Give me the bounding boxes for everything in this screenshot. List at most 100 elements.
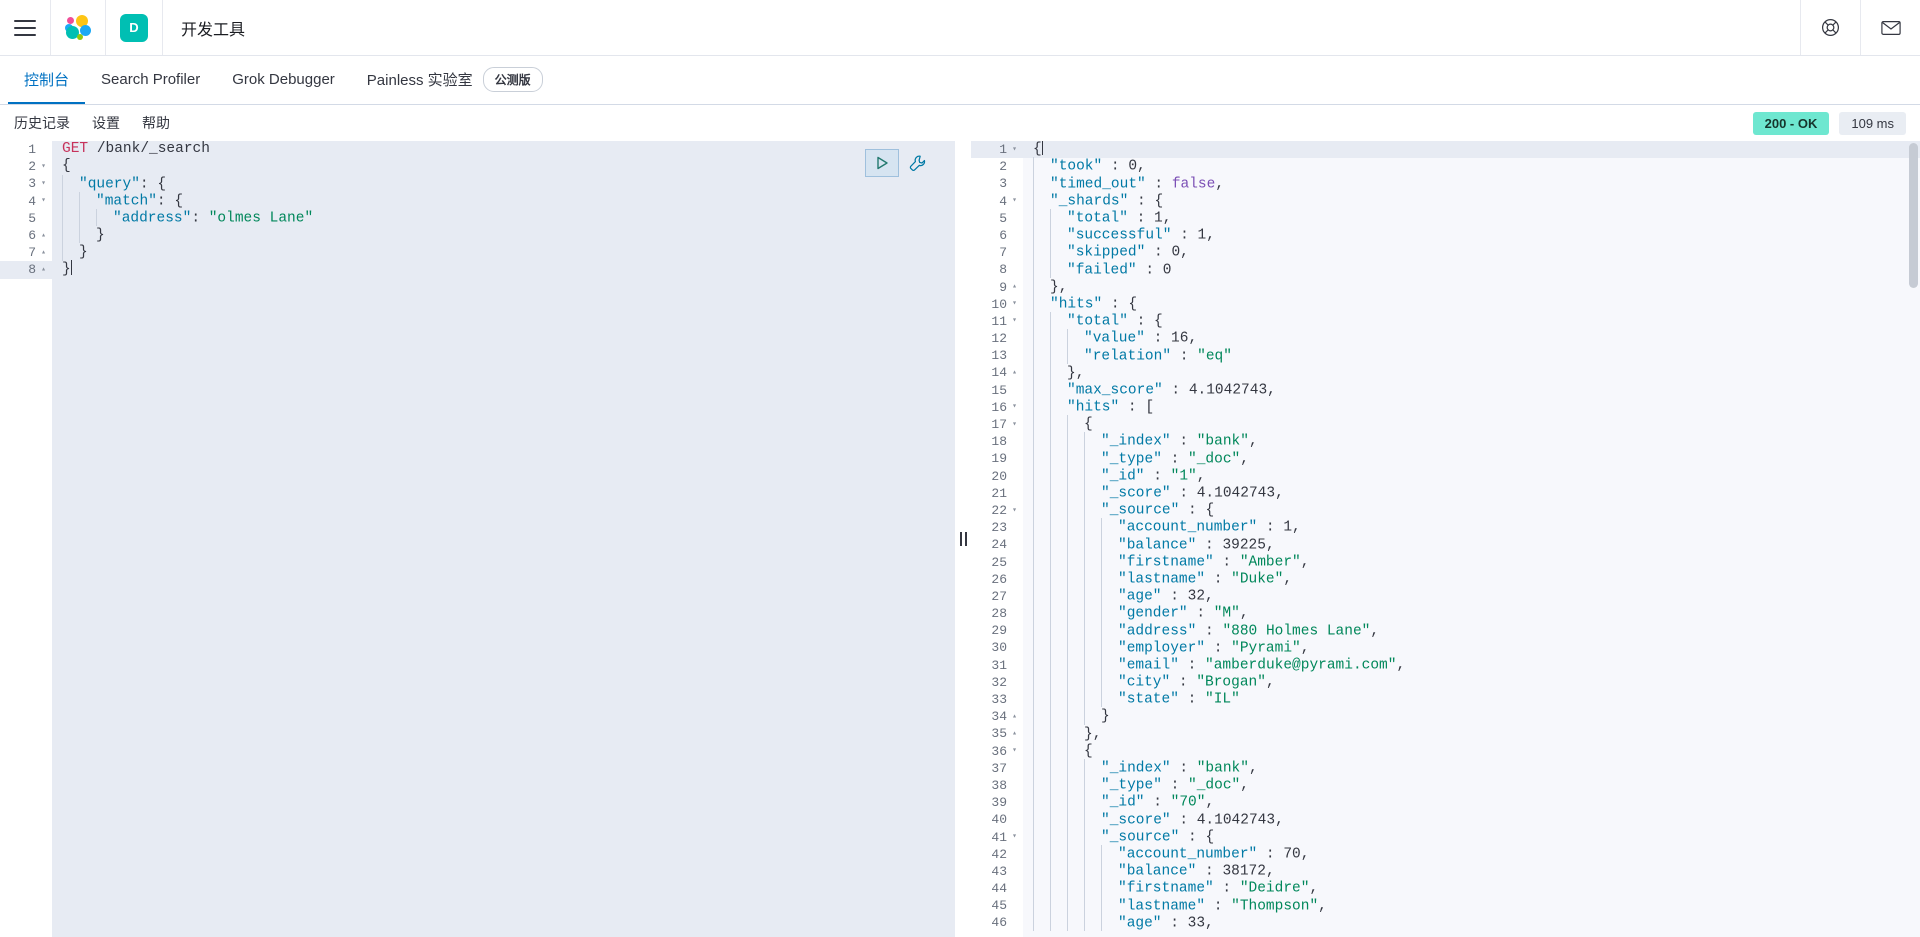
hamburger-menu-icon[interactable] — [14, 20, 36, 36]
fold-collapse-icon[interactable]: ▾ — [1010, 833, 1019, 841]
code-line[interactable]: 8"failed" : 0 — [971, 261, 1920, 278]
fold-expand-icon[interactable]: ▴ — [1010, 730, 1019, 738]
code-line[interactable]: 7"skipped" : 0, — [971, 244, 1920, 261]
request-actions-menu-button[interactable] — [905, 151, 929, 175]
code-line[interactable]: 11▾"total" : { — [971, 313, 1920, 330]
response-code-rows[interactable]: 1▾{2"took" : 0,3"timed_out" : false,4▾"_… — [971, 141, 1920, 932]
code-line[interactable]: 2▾{ — [0, 158, 955, 175]
fold-collapse-icon[interactable]: ▾ — [1010, 300, 1019, 308]
tab-grok-debugger[interactable]: Grok Debugger — [216, 56, 351, 104]
request-editor[interactable]: 1GET /bank/_search2▾{3▾"query": {4▾"matc… — [0, 141, 955, 937]
code-line[interactable]: 42"account_number" : 70, — [971, 846, 1920, 863]
code-line[interactable]: 39"_id" : "70", — [971, 794, 1920, 811]
pane-resize-handle[interactable] — [955, 141, 971, 937]
code-line[interactable]: 26"lastname" : "Duke", — [971, 571, 1920, 588]
code-line[interactable]: 3"timed_out" : false, — [971, 175, 1920, 192]
request-code-rows[interactable]: 1GET /bank/_search2▾{3▾"query": {4▾"matc… — [0, 141, 955, 279]
code-line[interactable]: 17▾{ — [971, 416, 1920, 433]
fold-collapse-icon[interactable]: ▾ — [1010, 403, 1019, 411]
code-line[interactable]: 27"age" : 32, — [971, 588, 1920, 605]
code-line[interactable]: 18"_index" : "bank", — [971, 433, 1920, 450]
nav-menu-button[interactable] — [0, 0, 51, 55]
code-text: "timed_out" : false, — [1023, 175, 1920, 194]
request-editor-pane[interactable]: 1GET /bank/_search2▾{3▾"query": {4▾"matc… — [0, 141, 955, 937]
token-punc: : — [1145, 331, 1171, 347]
fold-expand-icon[interactable]: ▴ — [39, 266, 48, 274]
code-line[interactable]: 30"employer" : "Pyrami", — [971, 639, 1920, 656]
code-line[interactable]: 24"balance" : 39225, — [971, 536, 1920, 553]
code-line[interactable]: 4▾"_shards" : { — [971, 193, 1920, 210]
code-line[interactable]: 29"address" : "880 Holmes Lane", — [971, 622, 1920, 639]
fold-collapse-icon[interactable]: ▾ — [1010, 197, 1019, 205]
fold-collapse-icon[interactable]: ▾ — [1010, 146, 1019, 154]
code-line[interactable]: 6"successful" : 1, — [971, 227, 1920, 244]
fold-expand-icon[interactable]: ▴ — [1010, 713, 1019, 721]
send-request-button[interactable] — [865, 149, 899, 177]
code-line[interactable]: 16▾"hits" : [ — [971, 399, 1920, 416]
code-line[interactable]: 10▾"hits" : { — [971, 296, 1920, 313]
code-line[interactable]: 2"took" : 0, — [971, 158, 1920, 175]
elastic-home-link[interactable] — [51, 0, 106, 55]
fold-expand-icon[interactable]: ▴ — [1010, 369, 1019, 377]
code-line[interactable]: 22▾"_source" : { — [971, 502, 1920, 519]
code-line[interactable]: 3▾"query": { — [0, 175, 955, 192]
code-line[interactable]: 45"lastname" : "Thompson", — [971, 897, 1920, 914]
settings-button[interactable]: 设置 — [92, 113, 120, 133]
fold-collapse-icon[interactable]: ▾ — [39, 197, 48, 205]
code-line[interactable]: 4▾"match": { — [0, 193, 955, 210]
code-line[interactable]: 37"_index" : "bank", — [971, 760, 1920, 777]
code-line[interactable]: 9▴}, — [971, 279, 1920, 296]
help-link[interactable]: 帮助 — [142, 113, 170, 133]
code-line[interactable]: 25"firstname" : "Amber", — [971, 554, 1920, 571]
code-line[interactable]: 36▾{ — [971, 743, 1920, 760]
fold-collapse-icon[interactable]: ▾ — [1010, 421, 1019, 429]
code-line[interactable]: 6▴} — [0, 227, 955, 244]
fold-expand-icon[interactable]: ▴ — [39, 232, 48, 240]
fold-collapse-icon[interactable]: ▾ — [1010, 507, 1019, 515]
code-line[interactable]: 43"balance" : 38172, — [971, 863, 1920, 880]
code-line[interactable]: 1GET /bank/_search — [0, 141, 955, 158]
fold-collapse-icon[interactable]: ▾ — [1010, 317, 1019, 325]
response-editor[interactable]: 1▾{2"took" : 0,3"timed_out" : false,4▾"_… — [971, 141, 1920, 937]
code-line[interactable]: 12"value" : 16, — [971, 330, 1920, 347]
response-viewer-pane[interactable]: 1▾{2"took" : 0,3"timed_out" : false,4▾"_… — [971, 141, 1920, 937]
code-line[interactable]: 38"_type" : "_doc", — [971, 777, 1920, 794]
code-line[interactable]: 40"_score" : 4.1042743, — [971, 811, 1920, 828]
code-line[interactable]: 35▴}, — [971, 725, 1920, 742]
news-feed-button[interactable] — [1860, 0, 1920, 55]
code-line[interactable]: 7▴} — [0, 244, 955, 261]
response-vertical-scrollbar[interactable] — [1909, 143, 1918, 288]
code-line[interactable]: 21"_score" : 4.1042743, — [971, 485, 1920, 502]
fold-collapse-icon[interactable]: ▾ — [39, 163, 48, 171]
code-line[interactable]: 20"_id" : "1", — [971, 468, 1920, 485]
code-line[interactable]: 19"_type" : "_doc", — [971, 450, 1920, 467]
code-line[interactable]: 46"age" : 33, — [971, 914, 1920, 931]
code-line[interactable]: 1▾{ — [971, 141, 1920, 158]
code-line[interactable]: 41▾"_source" : { — [971, 829, 1920, 846]
code-line[interactable]: 32"city" : "Brogan", — [971, 674, 1920, 691]
fold-collapse-icon[interactable]: ▾ — [1010, 747, 1019, 755]
code-line[interactable]: 14▴}, — [971, 364, 1920, 381]
code-line[interactable]: 44"firstname" : "Deidre", — [971, 880, 1920, 897]
fold-expand-icon[interactable]: ▴ — [39, 249, 48, 257]
fold-collapse-icon[interactable]: ▾ — [39, 180, 48, 188]
code-line[interactable]: 5"total" : 1, — [971, 210, 1920, 227]
code-line[interactable]: 23"account_number" : 1, — [971, 519, 1920, 536]
history-button[interactable]: 历史记录 — [14, 113, 70, 133]
code-line[interactable]: 33"state" : "IL" — [971, 691, 1920, 708]
tab-search-profiler-label: Search Profiler — [101, 71, 200, 88]
tab-search-profiler[interactable]: Search Profiler — [85, 56, 216, 104]
code-line[interactable]: 15"max_score" : 4.1042743, — [971, 382, 1920, 399]
code-line[interactable]: 34▴} — [971, 708, 1920, 725]
code-line[interactable]: 5"address": "olmes Lane" — [0, 210, 955, 227]
space-avatar-button[interactable]: D — [106, 0, 163, 55]
avatar[interactable]: D — [120, 14, 148, 42]
fold-expand-icon[interactable]: ▴ — [1010, 283, 1019, 291]
code-line[interactable]: 31"email" : "amberduke@pyrami.com", — [971, 657, 1920, 674]
tab-painless-lab[interactable]: Painless 实验室 公测版 — [351, 56, 559, 104]
tab-console[interactable]: 控制台 — [8, 56, 85, 104]
help-button[interactable] — [1800, 0, 1860, 55]
code-line[interactable]: 13"relation" : "eq" — [971, 347, 1920, 364]
code-line[interactable]: 28"gender" : "M", — [971, 605, 1920, 622]
code-line[interactable]: 8▴} — [0, 261, 955, 278]
